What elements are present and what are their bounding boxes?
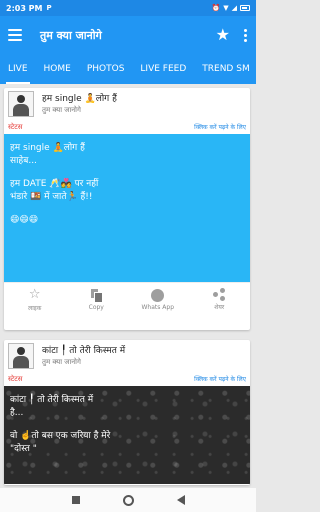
content-line: 😄😄😄 [10, 215, 39, 225]
more-options-icon[interactable] [242, 28, 248, 42]
status-icons: ⏰ ▼ ◢ [211, 4, 250, 12]
star-icon[interactable]: ★ [216, 27, 230, 43]
copy-button[interactable]: Copy [66, 283, 128, 316]
avatar[interactable] [8, 91, 34, 117]
category-label: स्टेटस [8, 122, 23, 131]
content-line: है... [10, 408, 24, 418]
copy-label: Copy [88, 303, 104, 311]
avatar[interactable] [8, 343, 34, 369]
content-line: भंडारे 🍱 में जाते🏃 हैं!! [10, 192, 93, 202]
copy-icon [91, 288, 104, 303]
whatsapp-label: Whats App [141, 303, 175, 311]
tab-photos[interactable]: PHOTOS [79, 54, 133, 84]
star-outline-icon: ☆ [28, 286, 41, 302]
tab-trend[interactable]: TREND SM [194, 54, 256, 84]
tab-home[interactable]: HOME [36, 54, 79, 84]
content-line: हम single 🧘लोग हैं [10, 143, 85, 153]
post-content[interactable]: कांटा ╿ तो तेरी किस्मत में है... वो ☝️तो… [4, 386, 250, 484]
tab-bar: LIVE HOME PHOTOS LIVE FEED TREND SM [0, 54, 256, 84]
system-nav-bar [0, 488, 256, 512]
category-label: स्टेटस [8, 374, 23, 383]
post-meta: स्टेटस क्लिक करें पढ़ने के लिए [4, 372, 250, 386]
home-icon[interactable] [122, 494, 134, 506]
whatsapp-icon [151, 288, 165, 302]
tab-live-feed[interactable]: LIVE FEED [132, 54, 194, 84]
battery-icon [240, 5, 250, 11]
share-label: शेयर [214, 304, 225, 311]
like-button[interactable]: ☆ लाइक [4, 283, 66, 316]
content-line: "दोस्त " [10, 444, 37, 454]
post-meta: स्टेटस क्लिक करें पढ़ने के लिए [4, 120, 250, 134]
post-content[interactable]: हम single 🧘लोग हैं साहेब... हम DATE 🥂💑 प… [4, 134, 250, 282]
alarm-icon: ⏰ [211, 4, 221, 12]
read-more-link[interactable]: क्लिक करें पढ़ने के लिए [194, 375, 246, 383]
content-line: वो ☝️तो बस एक जरिया है मेरे [10, 431, 111, 441]
content-line: साहेब... [10, 156, 37, 166]
tab-live[interactable]: LIVE [0, 54, 36, 84]
status-indicator: P [46, 4, 52, 12]
content-line: कांटा ╿ तो तेरी किस्मत में [10, 395, 94, 405]
post-subtitle: तुम क्या जानोगे [42, 358, 81, 366]
post-header: हम single 🧘लोग हैं तुम क्या जानोगे [4, 88, 250, 120]
post-card: हम single 🧘लोग हैं तुम क्या जानोगे स्टेट… [4, 88, 250, 330]
content-line: हम DATE 🥂💑 पर नहीं [10, 179, 99, 189]
share-button[interactable]: शेयर [189, 283, 251, 316]
status-bar: 2:03 PM P ⏰ ▼ ◢ [0, 0, 256, 16]
post-title[interactable]: हम single 🧘लोग हैं [42, 93, 117, 105]
signal-icon: ◢ [231, 4, 237, 12]
recents-icon[interactable] [71, 496, 80, 504]
status-time: 2:03 PM [6, 3, 43, 13]
share-icon [213, 288, 226, 301]
back-icon[interactable] [176, 495, 185, 505]
menu-icon[interactable] [8, 29, 22, 41]
post-header: कांटा ╿ तो तेरी किस्मत में तुम क्या जानो… [4, 340, 250, 372]
app-bar: तुम क्या जानोगे ★ [0, 16, 256, 54]
wifi-icon: ▼ [223, 4, 229, 12]
read-more-link[interactable]: क्लिक करें पढ़ने के लिए [194, 123, 246, 131]
post-title[interactable]: कांटा ╿ तो तेरी किस्मत में [42, 345, 125, 357]
app-title: तुम क्या जानोगे [40, 28, 102, 42]
post-actions: ☆ लाइक Copy Whats App शेयर [4, 282, 250, 316]
post-subtitle: तुम क्या जानोगे [42, 106, 81, 114]
post-card: कांटा ╿ तो तेरी किस्मत में तुम क्या जानो… [4, 340, 250, 485]
like-label: लाइक [28, 304, 42, 312]
whatsapp-button[interactable]: Whats App [127, 283, 189, 316]
